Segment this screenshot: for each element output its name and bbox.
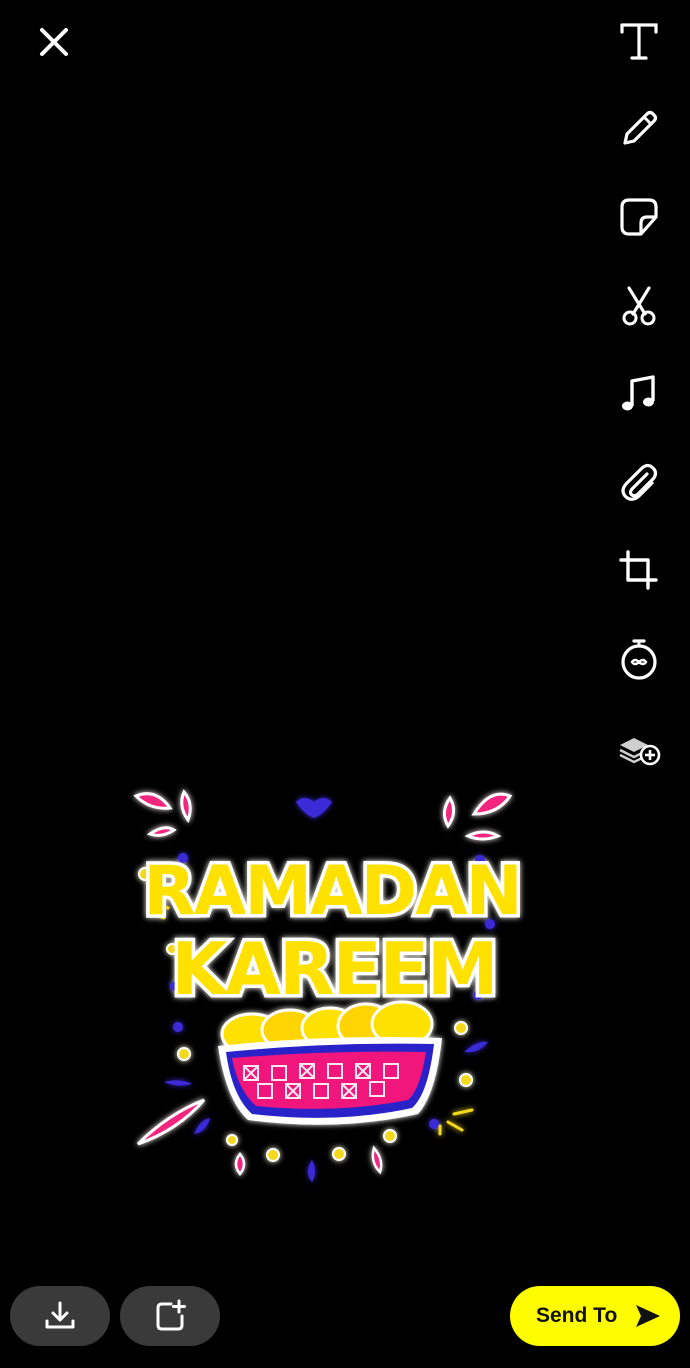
sticker-icon (620, 198, 658, 236)
scissors-icon (622, 286, 656, 326)
sticker-tool-button[interactable] (616, 194, 662, 240)
download-icon (45, 1301, 75, 1329)
attachment-tool-button[interactable] (616, 459, 662, 505)
ramadan-kareem-sticker[interactable]: RAMADAN KAREEM (128, 784, 528, 1194)
music-tool-button[interactable] (616, 371, 662, 417)
send-to-label: Send To (536, 1304, 618, 1327)
sticker-graphic: RAMADAN KAREEM (133, 789, 526, 1182)
bottom-action-bar: Send To (0, 1286, 690, 1348)
save-button[interactable] (10, 1286, 110, 1346)
timer-icon (621, 639, 657, 680)
pencil-icon (623, 110, 658, 145)
add-to-story-icon (156, 1299, 186, 1331)
close-button[interactable] (32, 20, 76, 64)
timer-tool-button[interactable] (616, 636, 662, 682)
scissors-tool-button[interactable] (616, 283, 662, 329)
draw-tool-button[interactable] (616, 106, 662, 152)
text-tool-button[interactable] (616, 18, 662, 64)
sticker-line1: RAMADAN (143, 852, 520, 931)
close-icon (40, 28, 68, 56)
crop-tool-button[interactable] (616, 547, 662, 593)
add-to-story-button[interactable] (120, 1286, 220, 1346)
music-icon (622, 375, 655, 411)
send-arrow-icon (636, 1305, 660, 1327)
layers-add-icon (619, 738, 661, 766)
crop-icon (619, 550, 658, 590)
send-to-button[interactable]: Send To (510, 1286, 680, 1346)
paperclip-icon (621, 463, 658, 501)
sticker-line2: KAREEM (172, 927, 497, 1011)
add-layer-tool-button[interactable] (616, 724, 662, 770)
text-icon (620, 23, 658, 60)
